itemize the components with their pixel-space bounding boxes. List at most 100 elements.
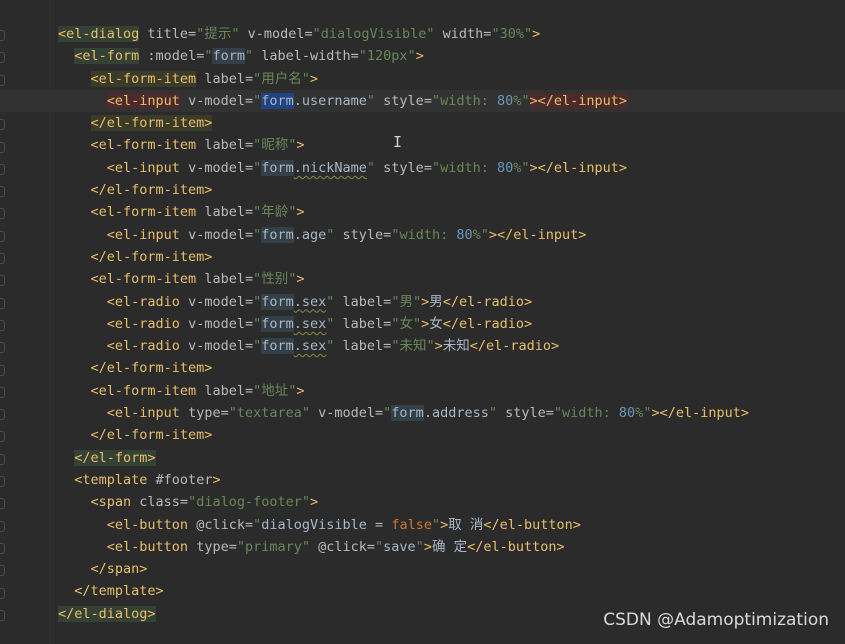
code-token: " (366, 92, 376, 109)
code-line[interactable]: <el-dialog title="提示" v-model="dialogVis… (58, 23, 845, 45)
code-token: "primary" (236, 538, 310, 555)
fold-marker-icon[interactable] (0, 208, 5, 220)
code-token: type= (188, 538, 237, 555)
code-token: 确 定 (431, 538, 468, 555)
code-token: "dialog-footer" (188, 494, 310, 511)
fold-marker-icon[interactable] (0, 275, 5, 287)
fold-marker-icon[interactable] (0, 453, 5, 465)
code-line[interactable]: <el-radio v-model="form.sex" label="男">男… (58, 291, 845, 313)
code-line[interactable]: <el-input v-model="form.nickName" style=… (58, 157, 845, 179)
code-line[interactable]: <el-form-item label="用户名"> (58, 68, 845, 90)
fold-marker-icon[interactable] (0, 319, 5, 331)
code-token: <el-form-item (90, 70, 197, 87)
code-line[interactable]: <el-input v-model="form.username" style=… (0, 89, 845, 113)
code-token: save (383, 538, 416, 555)
code-line[interactable]: </span> (58, 558, 845, 580)
code-token: form (261, 338, 294, 355)
code-line[interactable]: </el-form-item> (58, 424, 845, 446)
code-token: > (296, 137, 305, 154)
code-line[interactable]: <el-form-item label="性别"> (58, 268, 845, 290)
fold-marker-icon[interactable] (0, 186, 5, 198)
code-token: <el-input (106, 92, 180, 109)
code-line[interactable]: <el-form-item label="地址"> (58, 380, 845, 402)
code-token: > (296, 204, 305, 221)
code-line[interactable]: </el-form-item> (58, 179, 845, 201)
fold-marker-icon[interactable] (0, 476, 5, 487)
code-token: " (253, 226, 262, 243)
code-token: 80 (618, 405, 636, 422)
code-token: </el-form-item> (90, 360, 213, 377)
fold-marker-icon[interactable] (0, 30, 5, 41)
code-token: 取 消 (448, 516, 484, 533)
code-token: width= (434, 26, 492, 42)
code-token: "地址" (253, 382, 297, 399)
code-line[interactable]: </el-form-item> (58, 357, 845, 379)
text-cursor-icon: I (393, 133, 403, 151)
code-token: <el-dialog (58, 26, 140, 42)
code-line[interactable]: <el-form-item label="年龄"> (58, 201, 845, 223)
code-token: ></el-input> (529, 92, 628, 109)
fold-marker-icon[interactable] (0, 498, 5, 510)
code-token: .username (293, 92, 367, 109)
code-token: label= (196, 70, 254, 87)
code-token: style= (496, 405, 554, 422)
code-token: </el-form> (74, 449, 156, 466)
code-token: label= (196, 204, 254, 221)
fold-marker-icon[interactable] (0, 253, 5, 264)
code-token: <el-form-item (90, 137, 197, 154)
code-line[interactable]: <el-form :model="form" label-width="120p… (58, 45, 845, 67)
code-token: v-model= (310, 405, 384, 422)
fold-marker-icon[interactable] (0, 542, 5, 554)
fold-marker-icon[interactable] (0, 386, 5, 398)
code-line[interactable]: <el-input type="textarea" v-model= " form.… (58, 402, 845, 424)
code-token: </span> (90, 561, 148, 578)
code-token: "男" (391, 293, 422, 310)
code-token: > (423, 538, 432, 555)
fold-marker-icon[interactable] (0, 609, 5, 621)
code-token: dialogVisible (261, 516, 376, 533)
code-line[interactable]: <el-button @click="dialogVisible = false… (58, 514, 845, 536)
fold-marker-icon[interactable] (0, 587, 5, 599)
code-token: <el-button (106, 538, 189, 555)
fold-marker-icon[interactable] (0, 364, 5, 376)
fold-marker-icon[interactable] (0, 431, 5, 443)
code-editor[interactable]: <el-dialog title="提示" v-model="dialogVis… (0, 23, 845, 625)
code-line[interactable]: </el-form> (58, 447, 845, 469)
code-token: form (261, 315, 294, 332)
fold-marker-icon[interactable] (0, 74, 5, 86)
code-line[interactable]: </template> (58, 580, 845, 602)
fold-marker-icon[interactable] (0, 163, 5, 175)
fold-marker-icon[interactable] (0, 141, 5, 153)
fold-marker-icon[interactable] (0, 520, 5, 532)
code-token: 女 (429, 315, 443, 332)
code-token: form (261, 159, 294, 176)
code-line[interactable]: <el-input v-model="form.age" style="widt… (58, 224, 845, 246)
code-line[interactable]: <el-button type="primary" @click="save">… (58, 536, 845, 558)
fold-marker-icon[interactable] (0, 409, 5, 421)
fold-marker-icon[interactable] (0, 297, 5, 309)
code-line[interactable]: <el-radio v-model="form.sex" label="女">女… (58, 313, 845, 335)
fold-marker-icon[interactable] (0, 52, 5, 64)
fold-marker-icon[interactable] (0, 342, 5, 354)
code-line[interactable]: <template #footer> (58, 469, 845, 491)
code-line[interactable]: <el-form-item label="昵称"> (58, 134, 845, 156)
fold-marker-icon[interactable] (0, 119, 5, 131)
code-line[interactable]: <span class="dialog-footer"> (58, 491, 845, 513)
code-token: "width: (553, 405, 619, 422)
code-line[interactable]: </el-form-item> (58, 246, 845, 268)
code-token: "width: (431, 159, 497, 176)
fold-marker-icon[interactable] (0, 565, 5, 577)
code-token: label= (334, 293, 392, 310)
code-token: style= (375, 92, 432, 109)
code-line[interactable]: <el-radio v-model="form.sex" label="未知">… (58, 335, 845, 357)
code-token: ></el-input> (488, 226, 587, 243)
code-line[interactable]: </el-form-item> (58, 112, 845, 134)
fold-marker-icon[interactable] (0, 230, 5, 242)
code-token: style= (375, 159, 432, 176)
code-token: form (212, 48, 245, 65)
